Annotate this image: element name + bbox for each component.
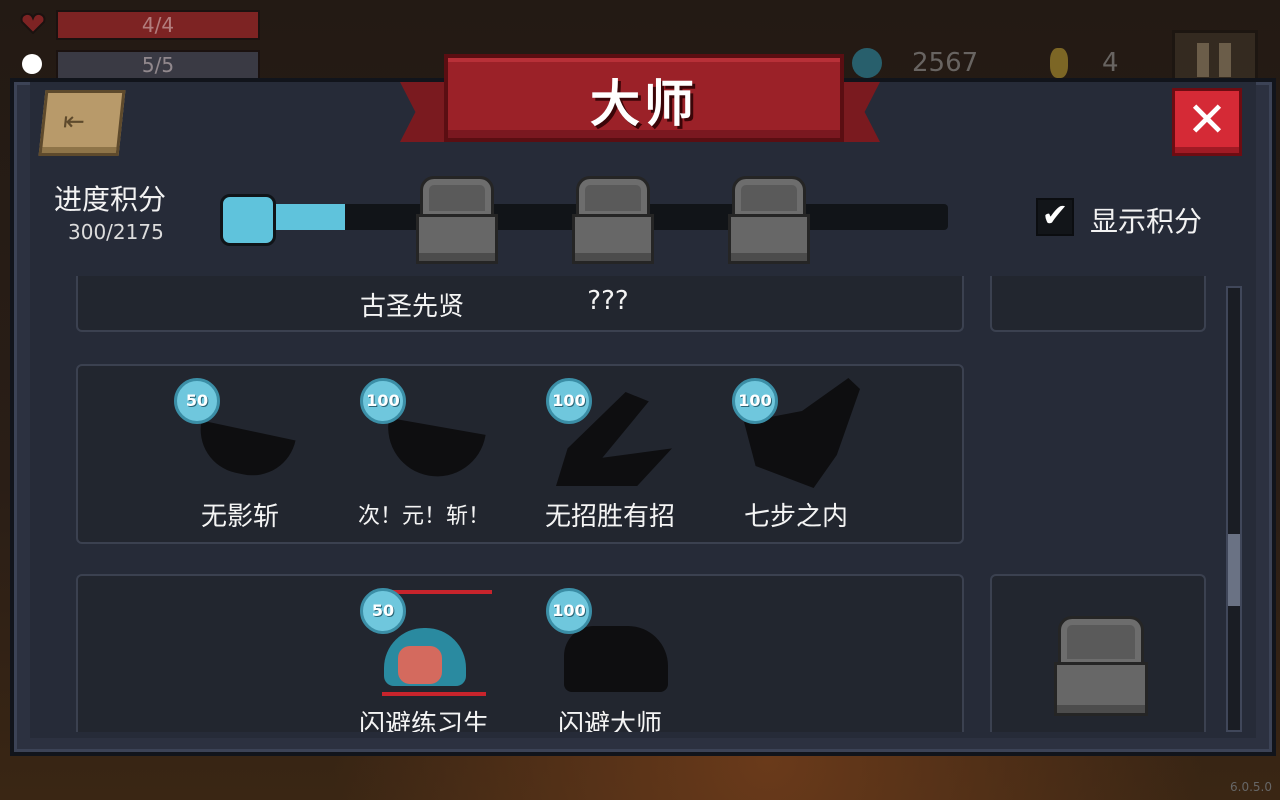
checkmark-icon: ✔ <box>1041 196 1069 234</box>
key-count: 4 <box>1102 48 1119 78</box>
row-reward-panel <box>990 276 1206 332</box>
achievement-silhouette[interactable] <box>192 420 296 484</box>
achievement-name: 闪避大师 <box>557 710 662 732</box>
gem-count: 2567 <box>912 48 979 78</box>
achievement-name: 次！元！斩！ <box>357 504 490 529</box>
version-label: 6.0.5.0 <box>1230 780 1272 794</box>
show-points-label: 显示积分 <box>1090 205 1203 238</box>
points-badge: 50 <box>174 378 220 424</box>
achievement-name: 无招胜有招 <box>544 502 675 532</box>
back-arrow-icon: ⇤ <box>61 107 87 137</box>
modal-title: 大师 <box>590 75 698 133</box>
reward-chest-icon[interactable] <box>728 176 810 264</box>
show-points-checkbox[interactable]: ✔ <box>1036 196 1074 236</box>
achievement-name[interactable]: ??? <box>518 286 698 316</box>
energy-icon <box>22 54 42 74</box>
speed-line <box>392 590 492 594</box>
achievement-silhouette[interactable] <box>564 626 668 692</box>
reward-chest-icon[interactable] <box>416 176 498 264</box>
points-badge: 100 <box>546 588 592 634</box>
energy-bar: 5/5 <box>56 50 260 80</box>
achievement-row: 古圣先贤 ??? <box>76 276 964 332</box>
points-badge: 100 <box>732 378 778 424</box>
heart-icon <box>20 12 46 34</box>
achievement-name: 闪避练习生 <box>358 710 489 732</box>
back-button[interactable]: ⇤ <box>38 90 126 156</box>
scrollbar[interactable] <box>1226 286 1242 732</box>
close-button[interactable]: ✕ <box>1172 88 1242 156</box>
reward-chest-icon[interactable] <box>572 176 654 264</box>
points-badge: 100 <box>546 378 592 424</box>
points-badge: 100 <box>360 378 406 424</box>
dodge-character-icon[interactable] <box>384 628 466 686</box>
key-icon <box>1050 48 1068 78</box>
energy-value: 5/5 <box>141 53 175 77</box>
title-ribbon: 大师 <box>400 54 880 158</box>
achievement-row: 50 闪避练习生 100 闪避大师 <box>76 574 964 732</box>
achievement-name: 无影斩 <box>200 502 279 532</box>
scrollbar-thumb[interactable] <box>1228 534 1240 606</box>
row-reward-panel <box>990 574 1206 732</box>
close-icon: ✕ <box>1186 92 1228 148</box>
achievement-name: 七步之内 <box>743 502 848 532</box>
health-bar: 4/4 <box>56 10 260 40</box>
ribbon-banner: 大师 <box>444 54 844 142</box>
points-badge: 50 <box>360 588 406 634</box>
achievement-name[interactable]: 古圣先贤 <box>322 286 502 323</box>
speed-line <box>382 692 486 696</box>
row-reward-chest-icon[interactable] <box>1054 616 1148 716</box>
progress-value: 300/2175 <box>68 220 164 244</box>
achievement-row: 50 无影斩 100 次！元！斩！ 100 无招胜有招 100 七步之内 <box>76 364 964 544</box>
health-value: 4/4 <box>141 13 175 37</box>
progress-label: 进度积分 <box>54 183 167 216</box>
progress-knob <box>220 194 276 246</box>
achievement-silhouette[interactable] <box>380 417 486 485</box>
